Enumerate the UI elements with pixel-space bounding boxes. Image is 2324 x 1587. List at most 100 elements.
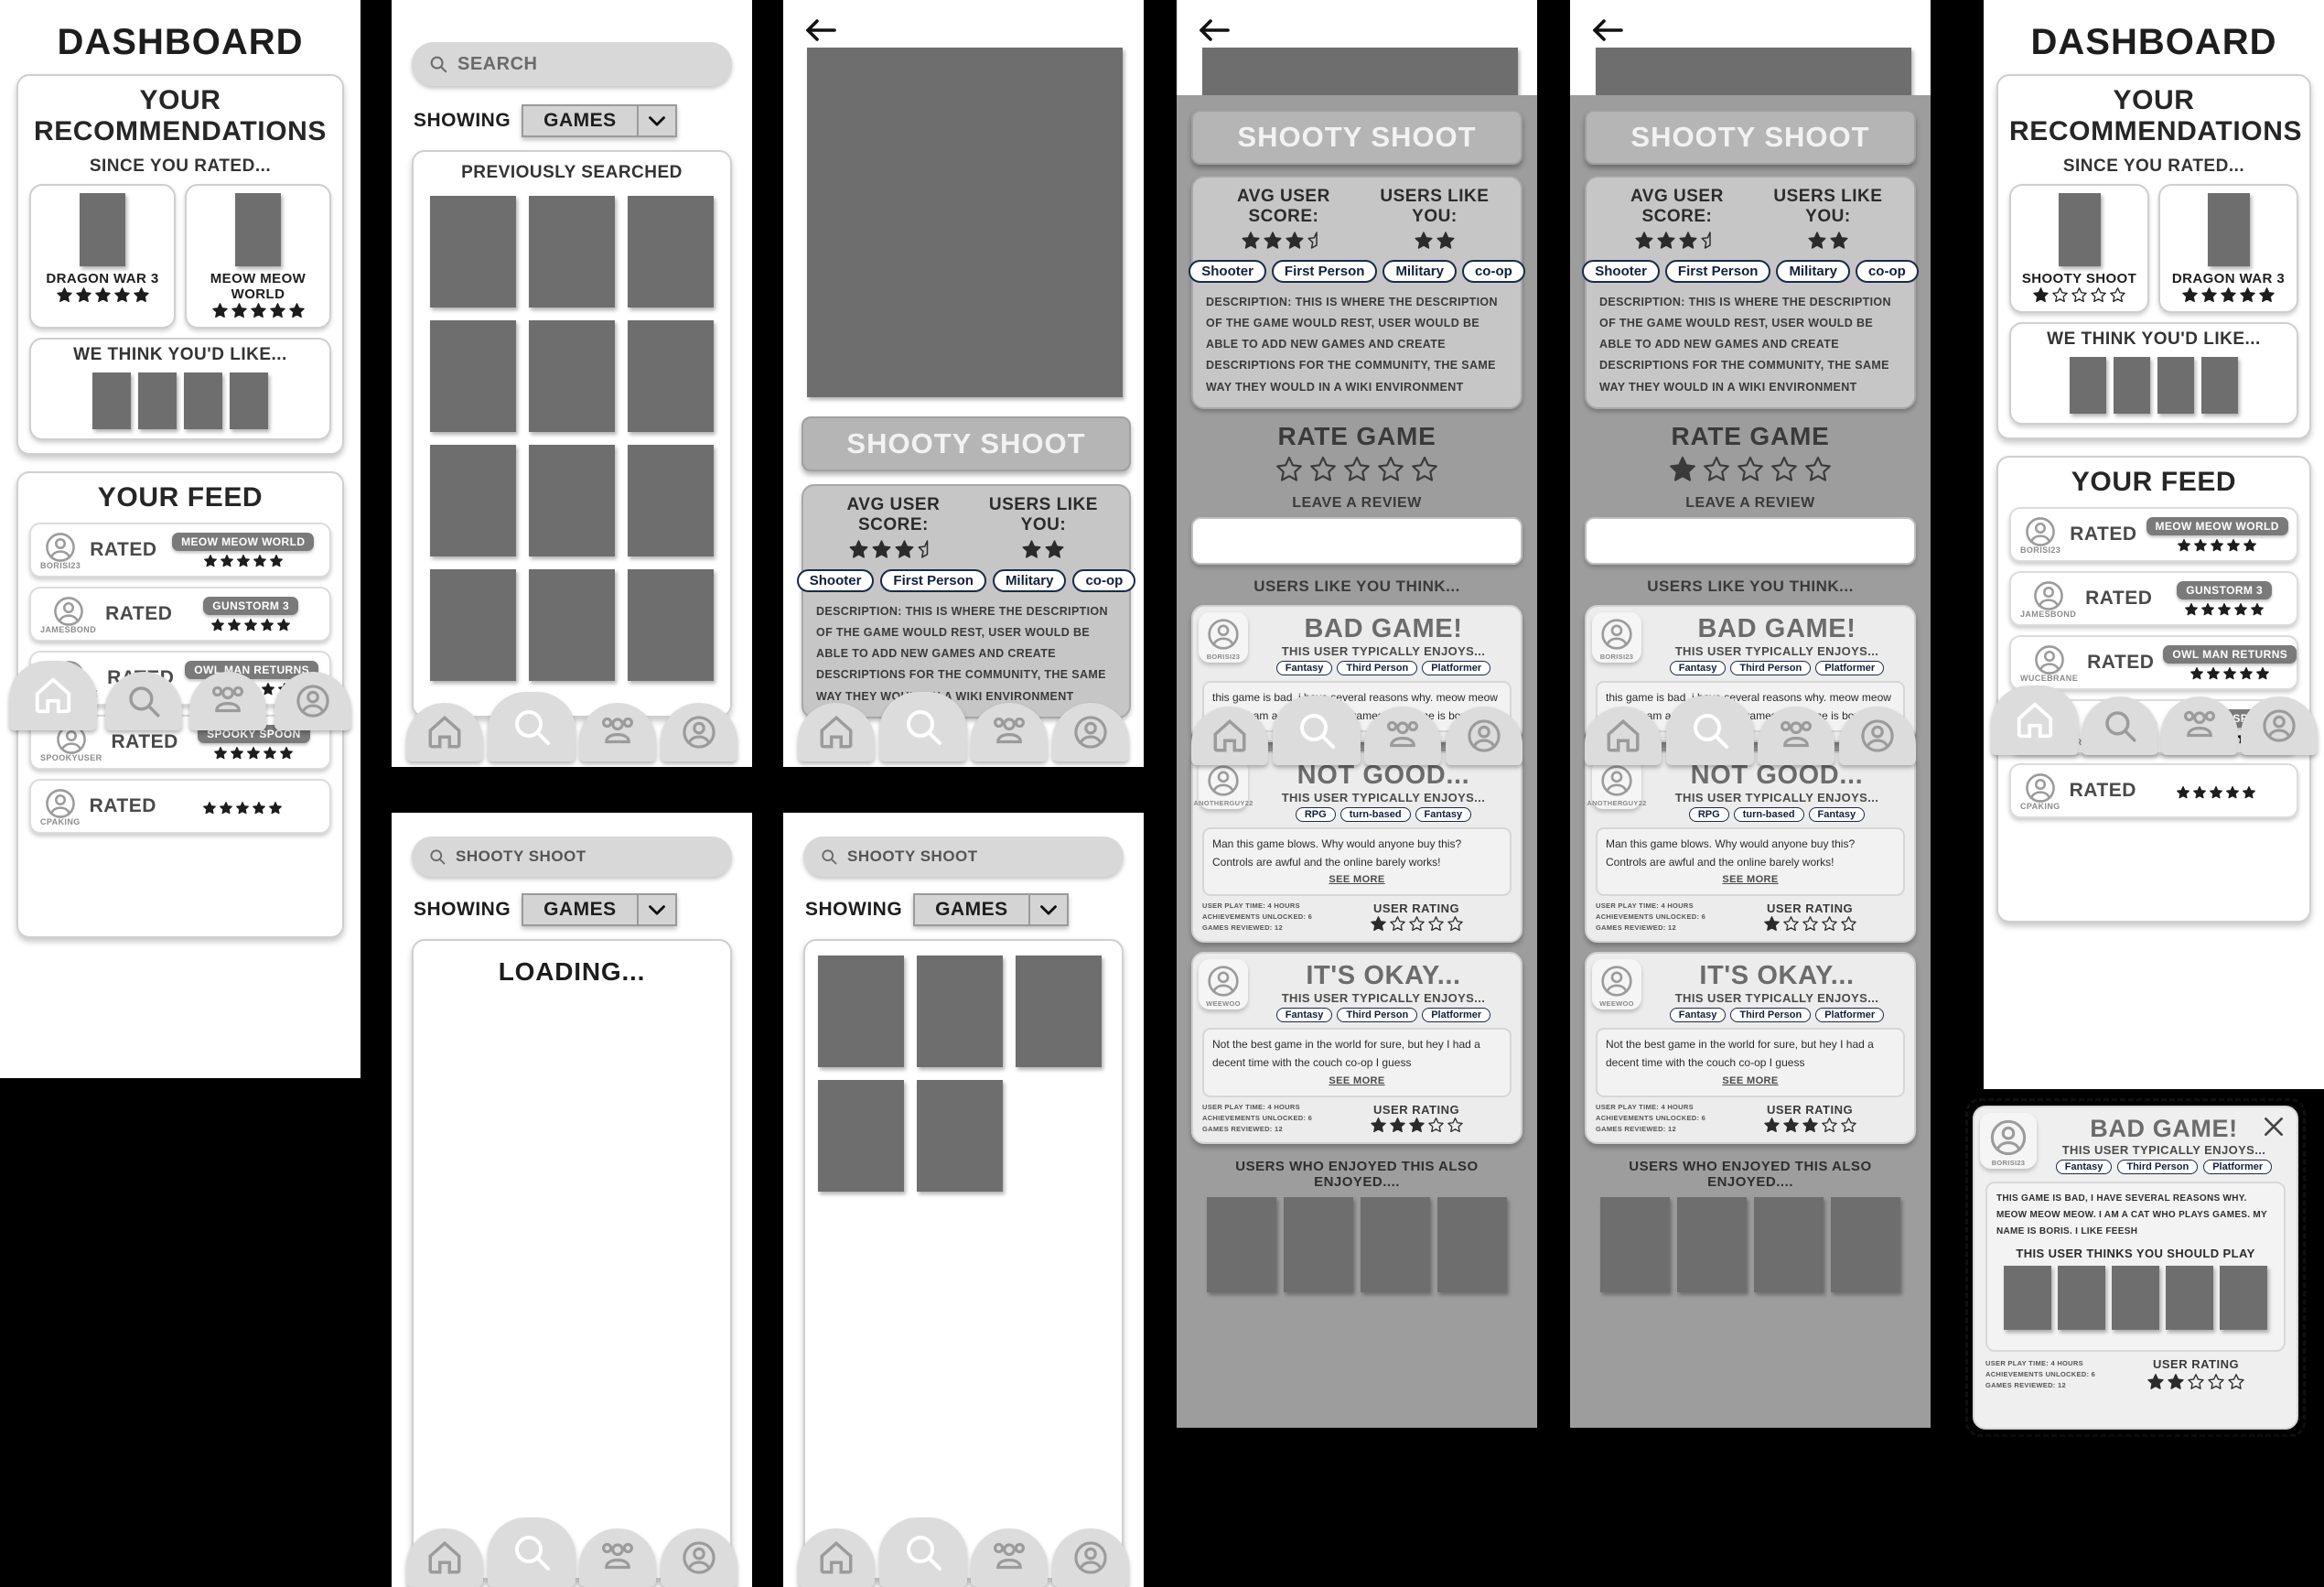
suggested-game-thumbnail[interactable] <box>184 372 222 429</box>
tag-pill[interactable]: turn-based <box>1733 806 1804 822</box>
nav-search-button[interactable] <box>104 672 182 730</box>
nav-profile-button[interactable] <box>1838 707 1916 765</box>
search-result-thumbnail[interactable] <box>430 445 516 556</box>
feed-item[interactable]: JAMESBOND RATED GUNSTORM 3 <box>29 587 331 642</box>
suggested-game-thumbnail[interactable] <box>2070 357 2106 414</box>
tag-pill[interactable]: co-op <box>1855 260 1919 283</box>
search-result-thumbnail[interactable] <box>430 196 516 308</box>
tag-pill[interactable]: Platformer <box>1815 1008 1885 1023</box>
feed-game-chip[interactable]: OWL MAN RETURNS <box>2163 644 2297 664</box>
game-thumbnail[interactable] <box>80 193 125 266</box>
nav-community-button[interactable] <box>579 703 657 761</box>
nav-profile-button[interactable] <box>1051 703 1129 761</box>
also-enjoyed-thumbnail[interactable] <box>1831 1196 1900 1292</box>
review-card[interactable]: WEEWOO IT'S OKAY... THIS USER TYPICALLY EN… <box>1585 952 1916 1144</box>
tag-pill[interactable]: Fantasy <box>1415 806 1472 822</box>
nav-home-button[interactable] <box>406 1528 484 1587</box>
also-enjoyed-thumbnail[interactable] <box>1284 1196 1353 1292</box>
nav-profile-button[interactable] <box>1051 1528 1129 1587</box>
also-enjoyed-thumbnail[interactable] <box>1754 1196 1824 1292</box>
tag-pill[interactable]: Platformer <box>1422 1008 1491 1023</box>
tag-pill[interactable]: Fantasy <box>1275 660 1333 675</box>
nav-home-button[interactable] <box>1990 686 2079 755</box>
tag-pill[interactable]: Fantasy <box>1275 1008 1333 1023</box>
recommended-game-thumbnail[interactable] <box>2220 1266 2267 1330</box>
search-result-thumbnail[interactable] <box>628 569 714 681</box>
tag-pill[interactable]: Third Person <box>1730 660 1812 675</box>
search-result-thumbnail[interactable] <box>917 955 1003 1067</box>
nav-home-button[interactable] <box>9 661 98 730</box>
tag-pill[interactable]: Platformer <box>1422 660 1491 675</box>
nav-profile-button[interactable] <box>660 1528 737 1587</box>
tag-pill[interactable]: Military <box>992 569 1067 592</box>
search-result-thumbnail[interactable] <box>529 569 615 681</box>
tag-pill[interactable]: First Person <box>1271 260 1378 283</box>
nav-community-button[interactable] <box>1364 707 1442 765</box>
nav-community-button[interactable] <box>971 703 1049 761</box>
modal-rating-stars[interactable] <box>2106 1373 2286 1391</box>
review-card[interactable]: ANOTHERGUY22 NOT GOOD... THIS USER TYPICAL… <box>1585 750 1916 944</box>
tag-pill[interactable]: First Person <box>880 569 986 592</box>
feed-item[interactable]: BORISI23 RATED MEOW MEOW WORLD <box>29 523 331 578</box>
search-result-thumbnail[interactable] <box>529 445 615 556</box>
nav-search-button[interactable] <box>1665 696 1754 765</box>
feed-item[interactable]: CPAKING RATED <box>29 779 331 834</box>
feed-game-chip[interactable]: GUNSTORM 3 <box>203 596 299 615</box>
nav-search-button[interactable] <box>878 692 967 761</box>
tag-pill[interactable]: Military <box>1383 260 1457 283</box>
suggested-game-thumbnail[interactable] <box>138 372 177 429</box>
tag-pill[interactable]: Shooter <box>1582 260 1660 283</box>
suggested-game-thumbnail[interactable] <box>2114 357 2150 414</box>
search-result-thumbnail[interactable] <box>430 569 516 681</box>
tag-pill[interactable]: Military <box>1776 260 1850 283</box>
nav-profile-button[interactable] <box>2240 696 2318 755</box>
also-enjoyed-thumbnail[interactable] <box>1361 1196 1430 1292</box>
filter-select[interactable]: GAMES <box>522 893 677 926</box>
see-more-link[interactable]: SEE MORE <box>1606 871 1895 889</box>
nav-home-button[interactable] <box>798 1528 876 1587</box>
tag-pill[interactable]: Third Person <box>2117 1160 2199 1174</box>
see-more-link[interactable]: SEE MORE <box>1212 871 1501 889</box>
tag-pill[interactable]: Third Person <box>1730 1008 1812 1023</box>
search-input[interactable]: SHOOTY SHOOT <box>803 837 1124 877</box>
review-textarea[interactable] <box>1585 516 1916 565</box>
rate-game-stars[interactable] <box>1585 455 1916 484</box>
review-card[interactable]: WEEWOO IT'S OKAY... THIS USER TYPICALLY EN… <box>1191 952 1522 1144</box>
tag-pill[interactable]: Third Person <box>1337 660 1418 675</box>
suggested-game-thumbnail[interactable] <box>2201 357 2238 414</box>
search-result-thumbnail[interactable] <box>818 1080 904 1192</box>
recommended-game-thumbnail[interactable] <box>2058 1266 2105 1330</box>
see-more-link[interactable]: SEE MORE <box>1606 1073 1895 1090</box>
feed-game-chip[interactable]: MEOW MEOW WORLD <box>2146 516 2288 535</box>
nav-home-button[interactable] <box>406 703 484 761</box>
nav-home-button[interactable] <box>1585 707 1662 765</box>
suggested-game-thumbnail[interactable] <box>230 372 268 429</box>
tag-pill[interactable]: First Person <box>1664 260 1771 283</box>
tag-pill[interactable]: Fantasy <box>1808 806 1866 822</box>
filter-select[interactable]: GAMES <box>522 104 677 137</box>
nav-search-button[interactable] <box>2081 696 2158 755</box>
tag-pill[interactable]: Shooter <box>1189 260 1266 283</box>
recommended-game-thumbnail[interactable] <box>2112 1266 2159 1330</box>
nav-community-button[interactable] <box>2160 696 2238 755</box>
recommended-game-thumbnail[interactable] <box>2166 1266 2213 1330</box>
nav-community-button[interactable] <box>971 1528 1049 1587</box>
rated-game-card[interactable]: SHOOTY SHOOT <box>2009 184 2149 313</box>
review-textarea[interactable] <box>1191 516 1522 565</box>
nav-community-button[interactable] <box>1758 707 1835 765</box>
tag-pill[interactable]: Fantasy <box>2055 1160 2113 1174</box>
nav-community-button[interactable] <box>579 1528 657 1587</box>
suggested-game-thumbnail[interactable] <box>92 372 131 429</box>
tag-pill[interactable]: co-op <box>1072 569 1136 592</box>
tag-pill[interactable]: RPG <box>1295 806 1336 822</box>
review-card[interactable]: ANOTHERGUY22 NOT GOOD... THIS USER TYPICAL… <box>1191 750 1522 944</box>
rated-game-card[interactable]: DRAGON WAR 3 <box>29 184 176 329</box>
rated-game-card[interactable]: DRAGON WAR 3 <box>2158 184 2298 313</box>
rated-game-card[interactable]: MEOW MEOW WORLD <box>185 184 331 329</box>
nav-search-button[interactable] <box>487 1517 576 1587</box>
search-result-thumbnail[interactable] <box>529 320 615 432</box>
game-thumbnail[interactable] <box>2207 193 2250 266</box>
also-enjoyed-thumbnail[interactable] <box>1600 1196 1670 1292</box>
search-result-thumbnail[interactable] <box>1016 955 1102 1067</box>
search-result-thumbnail[interactable] <box>628 445 714 556</box>
